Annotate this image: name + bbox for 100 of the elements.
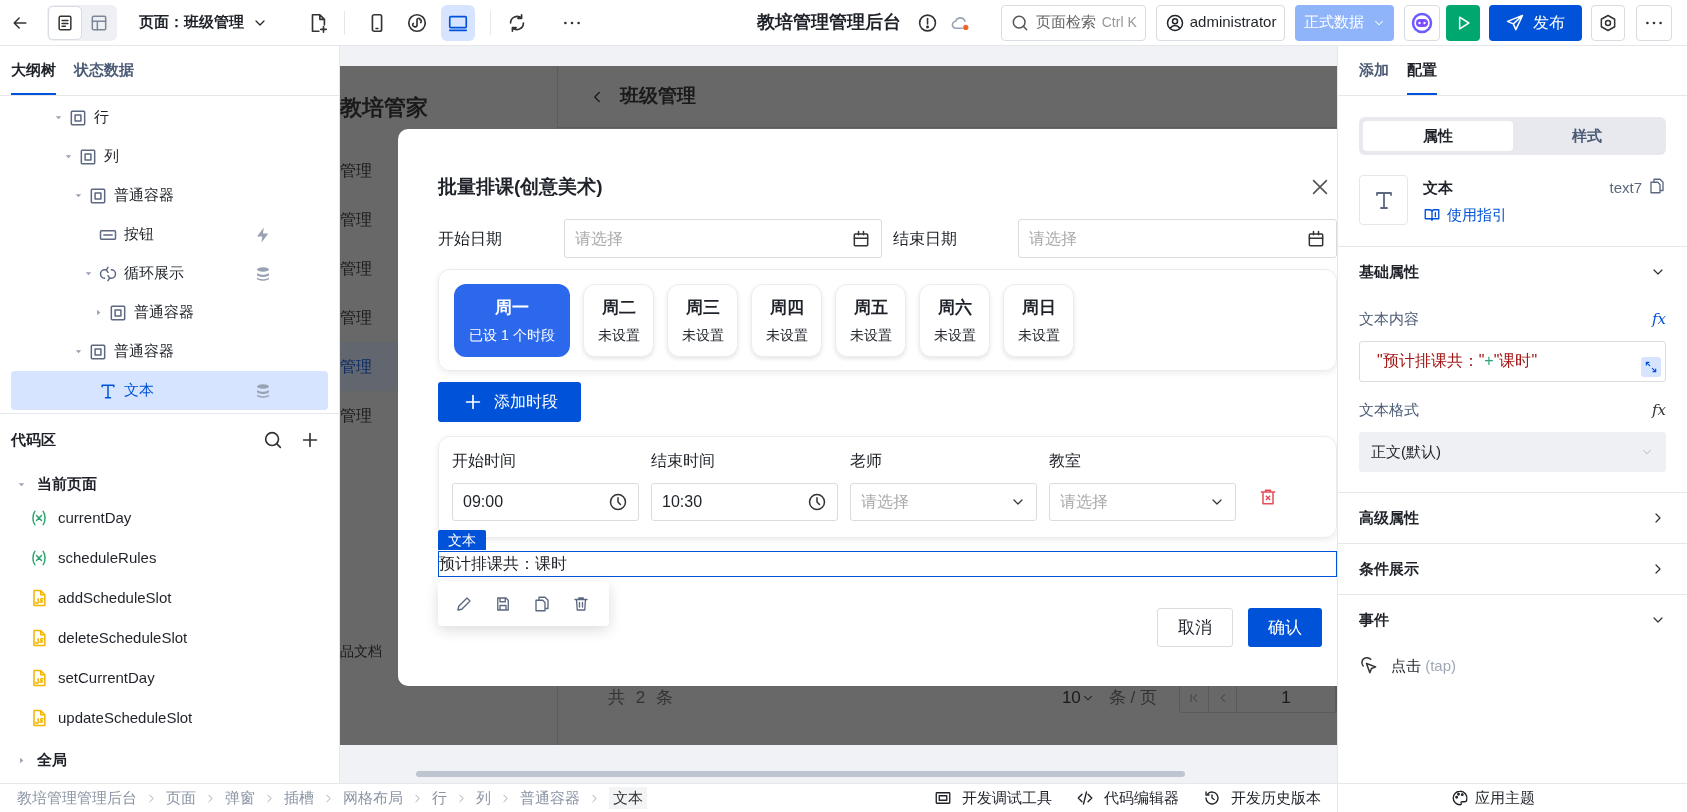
page-selector[interactable]: 页面：班级管理 — [139, 11, 268, 34]
time-field[interactable]: 10:30 — [651, 483, 838, 521]
code-token: + — [1484, 352, 1494, 369]
segment-tab[interactable]: 属性 — [1363, 121, 1513, 151]
tree-row[interactable]: 列 — [11, 137, 328, 176]
event-name: 点击 (tap) — [1391, 655, 1456, 676]
theme-button[interactable]: 应用主题 — [1450, 786, 1535, 810]
section-title: 代码区 — [11, 429, 56, 450]
day-name: 周四 — [769, 297, 804, 320]
scrollbar[interactable] — [416, 771, 1185, 777]
publish-button[interactable]: 发布 — [1489, 4, 1582, 41]
tree-row[interactable]: 循环展示 — [11, 254, 328, 293]
day-tab[interactable]: 周三 未设置 — [667, 284, 738, 357]
confirm-button[interactable]: 确认 — [1248, 608, 1322, 647]
segment-tab[interactable]: 样式 — [1512, 121, 1662, 151]
code-item-name: updateScheduleSlot — [58, 707, 193, 728]
calendar-icon — [1306, 228, 1326, 249]
code-item[interactable]: scheduleRules — [11, 538, 339, 578]
tree-row[interactable]: 普通容器 — [11, 332, 328, 371]
section-header[interactable]: 高级属性 — [1338, 493, 1687, 543]
send-icon — [1505, 12, 1526, 33]
pointer-icon — [1359, 656, 1379, 676]
day-tab[interactable]: 周四 未设置 — [751, 284, 822, 357]
tree-label: 列 — [104, 146, 119, 167]
tree-row[interactable]: 文本 — [11, 371, 328, 410]
tree-label: 普通容器 — [114, 185, 174, 206]
code-item[interactable]: setCurrentDay — [11, 658, 339, 698]
user-button[interactable]: administrator — [1155, 4, 1286, 41]
more-icon — [1646, 20, 1663, 25]
delete-button[interactable] — [1258, 487, 1278, 507]
tree-row[interactable]: 普通容器 — [11, 293, 328, 332]
code-item[interactable]: addScheduleSlot — [11, 578, 339, 618]
history-icon — [1203, 789, 1221, 807]
day-name: 周二 — [601, 297, 636, 320]
app-name: 教培管家 — [340, 94, 429, 122]
dialog-title: 批量排课(创意美术) — [438, 174, 603, 199]
add-slot-button[interactable]: 添加时段 — [438, 382, 581, 422]
copy-icon — [532, 594, 551, 613]
panel-tab[interactable]: 配置 — [1407, 45, 1437, 95]
dev-tool-button[interactable]: 代码编辑器 — [1076, 786, 1179, 810]
section-title: 基础属性 — [1359, 261, 1419, 282]
tree-row[interactable]: 按钮 — [11, 215, 328, 254]
section-header[interactable]: 条件展示 — [1338, 544, 1687, 594]
code-item-name: currentDay — [58, 507, 132, 528]
dev-tool-button[interactable]: 开发历史版本 — [1203, 786, 1321, 810]
dev-tool-button[interactable]: 开发调试工具 — [934, 786, 1052, 810]
field-label: 教室 — [1049, 451, 1082, 471]
field-label: 文本格式 — [1359, 399, 1419, 420]
run-button[interactable] — [1445, 4, 1481, 41]
trash-icon — [571, 594, 590, 613]
panel-tab[interactable]: 添加 — [1359, 45, 1389, 95]
event-item[interactable]: 点击 (tap) — [1338, 645, 1687, 687]
select-field[interactable]: 正文(默认) — [1359, 432, 1666, 472]
code-group-header[interactable]: 全局 — [11, 742, 339, 778]
field-label: 开始日期 — [438, 228, 503, 249]
day-tab[interactable]: 周一 已设 1 个时段 — [454, 284, 570, 357]
formula-button[interactable]: fx — [1652, 307, 1666, 331]
section-header[interactable]: 基础属性 — [1338, 247, 1687, 297]
tree-row[interactable]: 行 — [11, 98, 328, 137]
view-mode-button[interactable] — [48, 5, 82, 40]
app-title: 教培管理管理后台 — [756, 11, 901, 34]
field-label: 文本内容 — [1359, 308, 1419, 329]
breadcrumb-item[interactable]: 文本 — [609, 786, 647, 810]
day-tab[interactable]: 周五 未设置 — [835, 284, 906, 357]
day-tab[interactable]: 周二 未设置 — [583, 284, 654, 357]
section-title: 事件 — [1359, 609, 1389, 630]
time-field[interactable]: 09:00 — [452, 483, 639, 521]
day-tab[interactable]: 周六 未设置 — [919, 284, 990, 357]
code-item[interactable]: updateScheduleSlot — [11, 698, 339, 738]
expression-field[interactable]: "预计排课共："+"课时" — [1359, 341, 1666, 382]
frame-icon — [934, 789, 952, 807]
tree-row[interactable]: 普通容器 — [11, 176, 328, 215]
panel-tab[interactable]: 大纲树 — [11, 45, 56, 95]
expand-icon[interactable] — [1643, 359, 1659, 375]
field-label: 老师 — [850, 451, 883, 471]
calendar-icon — [851, 228, 871, 249]
copy-icon — [1648, 177, 1666, 195]
field-label: 结束时间 — [651, 451, 716, 471]
component-name: 文本 — [1423, 178, 1454, 198]
cancel-button[interactable]: 取消 — [1157, 608, 1233, 647]
tree-label: 循环展示 — [124, 263, 184, 284]
copy-button[interactable] — [1648, 177, 1666, 195]
tree-label: 普通容器 — [114, 341, 174, 362]
search-field[interactable]: 页面检索 Ctrl K — [1000, 4, 1146, 41]
search-button[interactable] — [262, 429, 284, 451]
tree-label: 普通容器 — [134, 302, 194, 323]
guide-link[interactable]: 使用指引 — [1423, 203, 1507, 226]
assistant-button[interactable] — [1404, 4, 1440, 41]
circle-link-icon — [406, 11, 429, 34]
code-item[interactable]: deleteScheduleSlot — [11, 618, 339, 658]
field-label: 开始时间 — [452, 451, 517, 471]
settings-button[interactable] — [1590, 4, 1626, 41]
panel-tab[interactable]: 状态数据 — [74, 45, 134, 95]
day-name: 周一 — [495, 297, 529, 320]
formula-button[interactable]: fx — [1652, 398, 1666, 422]
search-icon — [262, 429, 284, 451]
day-tab[interactable]: 周日 未设置 — [1003, 284, 1074, 357]
section-header[interactable]: 事件 — [1338, 595, 1687, 645]
tree-label: 文本 — [124, 380, 154, 401]
device-button[interactable] — [440, 4, 476, 41]
